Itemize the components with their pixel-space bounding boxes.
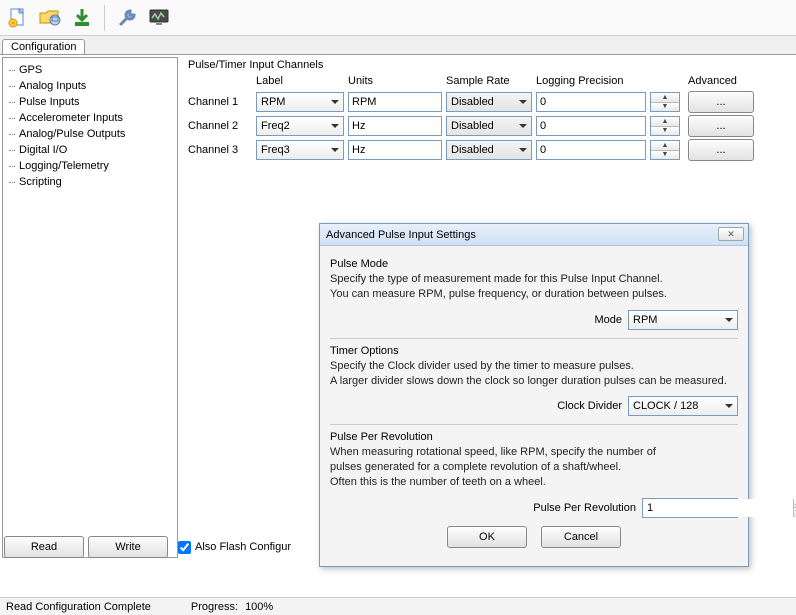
- toolbar-separator: [104, 5, 105, 31]
- ppr-input[interactable]: ▲▼: [642, 498, 738, 518]
- channel3-name: Channel 3: [188, 144, 252, 156]
- timer-options-desc2: A larger divider slows down the clock so…: [330, 374, 738, 389]
- ppr-input-field[interactable]: [643, 499, 793, 517]
- status-text: Read Configuration Complete: [6, 601, 151, 613]
- channel3-samplerate-combo[interactable]: Disabled: [446, 140, 532, 160]
- dialog-body: Pulse Mode Specify the type of measureme…: [320, 246, 748, 566]
- flash-checkbox[interactable]: [178, 541, 191, 554]
- channel2-precision-input[interactable]: [536, 116, 646, 136]
- channel3-units-input[interactable]: [348, 140, 442, 160]
- section-title: Pulse/Timer Input Channels: [188, 59, 788, 71]
- sidebar-item-logging-telemetry[interactable]: Logging/Telemetry: [5, 158, 175, 174]
- clock-divider-combo[interactable]: CLOCK / 128: [628, 396, 738, 416]
- progress-label: Progress:: [191, 601, 238, 613]
- channel3-precision-spinner[interactable]: ▲▼: [650, 140, 680, 160]
- ppr-desc1: When measuring rotational speed, like RP…: [330, 445, 738, 460]
- spinner-up-icon[interactable]: ▲: [651, 141, 679, 151]
- channel3-label-value: Freq3: [261, 144, 290, 156]
- progress-value: 100%: [245, 601, 273, 613]
- channel2-samplerate-combo[interactable]: Disabled: [446, 116, 532, 136]
- close-icon: ✕: [727, 229, 735, 240]
- channel2-advanced-button[interactable]: ...: [688, 115, 754, 137]
- write-button[interactable]: Write: [88, 536, 168, 558]
- hdr-sample-rate: Sample Rate: [446, 75, 532, 89]
- channel1-label-value: RPM: [261, 96, 285, 108]
- spinner-down-icon[interactable]: ▼: [651, 103, 679, 112]
- channel1-label-combo[interactable]: RPM: [256, 92, 344, 112]
- mode-value: RPM: [633, 314, 657, 326]
- dialog-separator: [330, 424, 738, 425]
- hdr-advanced: Advanced: [688, 75, 754, 89]
- dialog-titlebar[interactable]: Advanced Pulse Input Settings ✕: [320, 224, 748, 246]
- clock-divider-label: Clock Divider: [557, 400, 622, 412]
- new-file-icon[interactable]: [4, 4, 32, 32]
- clock-divider-value: CLOCK / 128: [633, 400, 698, 412]
- open-folder-icon[interactable]: [36, 4, 64, 32]
- channel1-precision-spinner[interactable]: ▲▼: [650, 92, 680, 112]
- spinner-up-icon[interactable]: ▲: [651, 93, 679, 103]
- channel2-name: Channel 2: [188, 120, 252, 132]
- channel2-label-combo[interactable]: Freq2: [256, 116, 344, 136]
- sidebar-item-analog-inputs[interactable]: Analog Inputs: [5, 78, 175, 94]
- advanced-pulse-dialog: Advanced Pulse Input Settings ✕ Pulse Mo…: [319, 223, 749, 567]
- sidebar-item-digital-io[interactable]: Digital I/O: [5, 142, 175, 158]
- spinner-down-icon[interactable]: ▼: [651, 151, 679, 160]
- channel1-units-input[interactable]: [348, 92, 442, 112]
- pulse-mode-desc2: You can measure RPM, pulse frequency, or…: [330, 287, 738, 302]
- hdr-units: Units: [348, 75, 442, 89]
- flash-checkbox-row: Also Flash Configur: [178, 541, 291, 554]
- channel2-units-input[interactable]: [348, 116, 442, 136]
- dialog-title-text: Advanced Pulse Input Settings: [326, 229, 476, 241]
- tab-configuration[interactable]: Configuration: [2, 39, 85, 54]
- sidebar: GPS Analog Inputs Pulse Inputs Accelerom…: [2, 57, 178, 558]
- channel1-precision-input[interactable]: [536, 92, 646, 112]
- channel3-samplerate-value: Disabled: [451, 144, 494, 156]
- hdr-logging-precision: Logging Precision: [536, 75, 646, 89]
- dialog-button-row: OK Cancel: [330, 518, 738, 558]
- timer-options-desc1: Specify the Clock divider used by the ti…: [330, 359, 738, 374]
- statusbar: Read Configuration Complete Progress: 10…: [0, 597, 796, 615]
- download-icon[interactable]: [68, 4, 96, 32]
- ppr-label: Pulse Per Revolution: [533, 502, 636, 514]
- channel1-name: Channel 1: [188, 96, 252, 108]
- channel1-samplerate-value: Disabled: [451, 96, 494, 108]
- channel3-advanced-button[interactable]: ...: [688, 139, 754, 161]
- monitor-icon[interactable]: [145, 4, 173, 32]
- pulse-mode-desc1: Specify the type of measurement made for…: [330, 272, 738, 287]
- tab-bar: Configuration: [0, 36, 796, 54]
- pulse-mode-heading: Pulse Mode: [330, 258, 738, 270]
- dialog-ok-button[interactable]: OK: [447, 526, 527, 548]
- channel3-precision-input[interactable]: [536, 140, 646, 160]
- channel2-precision-spinner[interactable]: ▲▼: [650, 116, 680, 136]
- read-button[interactable]: Read: [4, 536, 84, 558]
- ppr-desc2: pulses generated for a complete revoluti…: [330, 460, 738, 475]
- sidebar-item-analog-pulse-outputs[interactable]: Analog/Pulse Outputs: [5, 126, 175, 142]
- mode-label: Mode: [594, 314, 622, 326]
- spinner-down-icon[interactable]: ▼: [651, 127, 679, 136]
- timer-options-heading: Timer Options: [330, 345, 738, 357]
- sidebar-item-gps[interactable]: GPS: [5, 62, 175, 78]
- ppr-heading: Pulse Per Revolution: [330, 431, 738, 443]
- wrench-icon[interactable]: [113, 4, 141, 32]
- dialog-cancel-button[interactable]: Cancel: [541, 526, 621, 548]
- sidebar-item-pulse-inputs[interactable]: Pulse Inputs: [5, 94, 175, 110]
- dialog-close-button[interactable]: ✕: [718, 227, 744, 241]
- channel1-advanced-button[interactable]: ...: [688, 91, 754, 113]
- toolbar: [0, 0, 796, 36]
- sidebar-item-accel-inputs[interactable]: Accelerometer Inputs: [5, 110, 175, 126]
- ppr-desc3: Often this is the number of teeth on a w…: [330, 475, 738, 490]
- channel2-label-value: Freq2: [261, 120, 290, 132]
- mode-combo[interactable]: RPM: [628, 310, 738, 330]
- channel3-label-combo[interactable]: Freq3: [256, 140, 344, 160]
- status-progress: Progress: 100%: [191, 601, 273, 613]
- channel-grid: Label Units Sample Rate Logging Precisio…: [188, 75, 788, 161]
- flash-checkbox-label: Also Flash Configur: [195, 541, 291, 553]
- channel2-samplerate-value: Disabled: [451, 120, 494, 132]
- sidebar-item-scripting[interactable]: Scripting: [5, 174, 175, 190]
- dialog-separator: [330, 338, 738, 339]
- channel1-samplerate-combo[interactable]: Disabled: [446, 92, 532, 112]
- hdr-label: Label: [256, 75, 344, 89]
- spinner-up-icon[interactable]: ▲: [651, 117, 679, 127]
